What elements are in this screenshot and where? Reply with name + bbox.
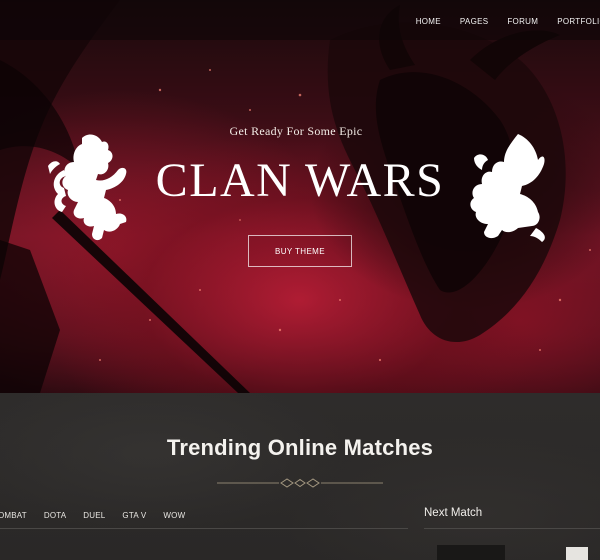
nav-item-forum[interactable]: FORUM [507, 17, 538, 26]
nav-item-pages[interactable]: PAGES [460, 17, 488, 26]
next-match-card[interactable] [437, 545, 505, 560]
nav-item-portfolio[interactable]: PORTFOLIO [557, 17, 600, 26]
tab-gta-v[interactable]: GTA V [122, 511, 146, 520]
next-match-heading: Next Match [424, 507, 483, 519]
tabs-underline [0, 528, 408, 529]
section-title: Trending Online Matches [166, 435, 434, 460]
buy-theme-button[interactable]: BUY THEME [248, 235, 352, 267]
trending-matches-section: Trending Online Matches COMBAT DOTA DUEL… [0, 393, 600, 560]
next-match-underline [424, 528, 600, 529]
tab-duel[interactable]: DUEL [83, 511, 105, 520]
nav-item-home[interactable]: HOME [416, 17, 441, 26]
match-tabs: COMBAT DOTA DUEL GTA V WOW [0, 511, 202, 520]
tab-dota[interactable]: DOTA [44, 511, 66, 520]
main-nav: HOME PAGES FORUM PORTFOLIO [397, 17, 600, 26]
next-match-badge [566, 547, 588, 560]
ornament-divider-icon [217, 478, 383, 488]
tab-combat[interactable]: COMBAT [0, 511, 27, 520]
tab-wow[interactable]: WOW [163, 511, 185, 520]
hero-banner: HOME PAGES FORUM PORTFOLIO Get Ready For… [0, 0, 600, 393]
griffin-crest-icon [470, 134, 545, 242]
